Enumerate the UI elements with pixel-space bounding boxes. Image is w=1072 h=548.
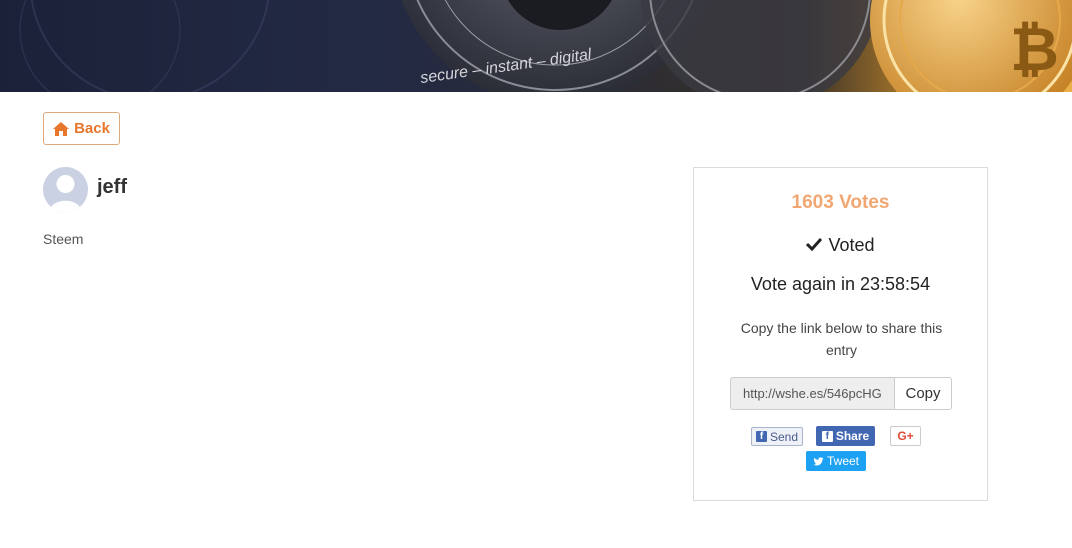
google-plus-button[interactable]: G+ (890, 426, 921, 446)
voted-status: Voted (694, 235, 987, 256)
tweet-button[interactable]: Tweet (806, 451, 866, 471)
facebook-send-button[interactable]: f Send (751, 427, 803, 446)
copy-button[interactable]: Copy (894, 377, 952, 410)
twitter-bird-icon (813, 456, 824, 467)
user-silhouette-icon (49, 175, 82, 212)
back-button[interactable]: Back (43, 112, 120, 145)
facebook-share-button[interactable]: f Share (816, 426, 875, 446)
voted-label: Voted (828, 235, 875, 255)
vote-again-timer: Vote again in 23:58:54 (750, 274, 931, 294)
facebook-icon: f (821, 430, 833, 442)
vote-card: 1603 Votes Voted Vote again in 23:58:54 … (693, 167, 988, 501)
header-banner: secure – instant – digital ₿ (0, 0, 1072, 92)
share-instruction: Copy the link below to share this entry (740, 320, 943, 358)
share-link-input[interactable] (730, 377, 894, 410)
avatar (43, 167, 88, 212)
entry-category: Steem (43, 231, 84, 247)
facebook-icon: f (755, 431, 767, 442)
svg-text:₿: ₿ (1010, 16, 1059, 83)
share-link-group: Copy (730, 377, 952, 410)
home-icon (53, 121, 70, 136)
vote-count: 1603 Votes (791, 192, 890, 213)
user-name: jeff (97, 176, 127, 198)
facebook-send-label: Send (769, 429, 799, 444)
check-icon (806, 235, 823, 256)
facebook-share-label: Share (835, 429, 870, 443)
tweet-label: Tweet (826, 454, 859, 468)
coins-banner-image: secure – instant – digital ₿ (19, 0, 1072, 92)
back-button-label: Back (74, 120, 110, 137)
google-plus-icon: G+ (897, 429, 914, 443)
